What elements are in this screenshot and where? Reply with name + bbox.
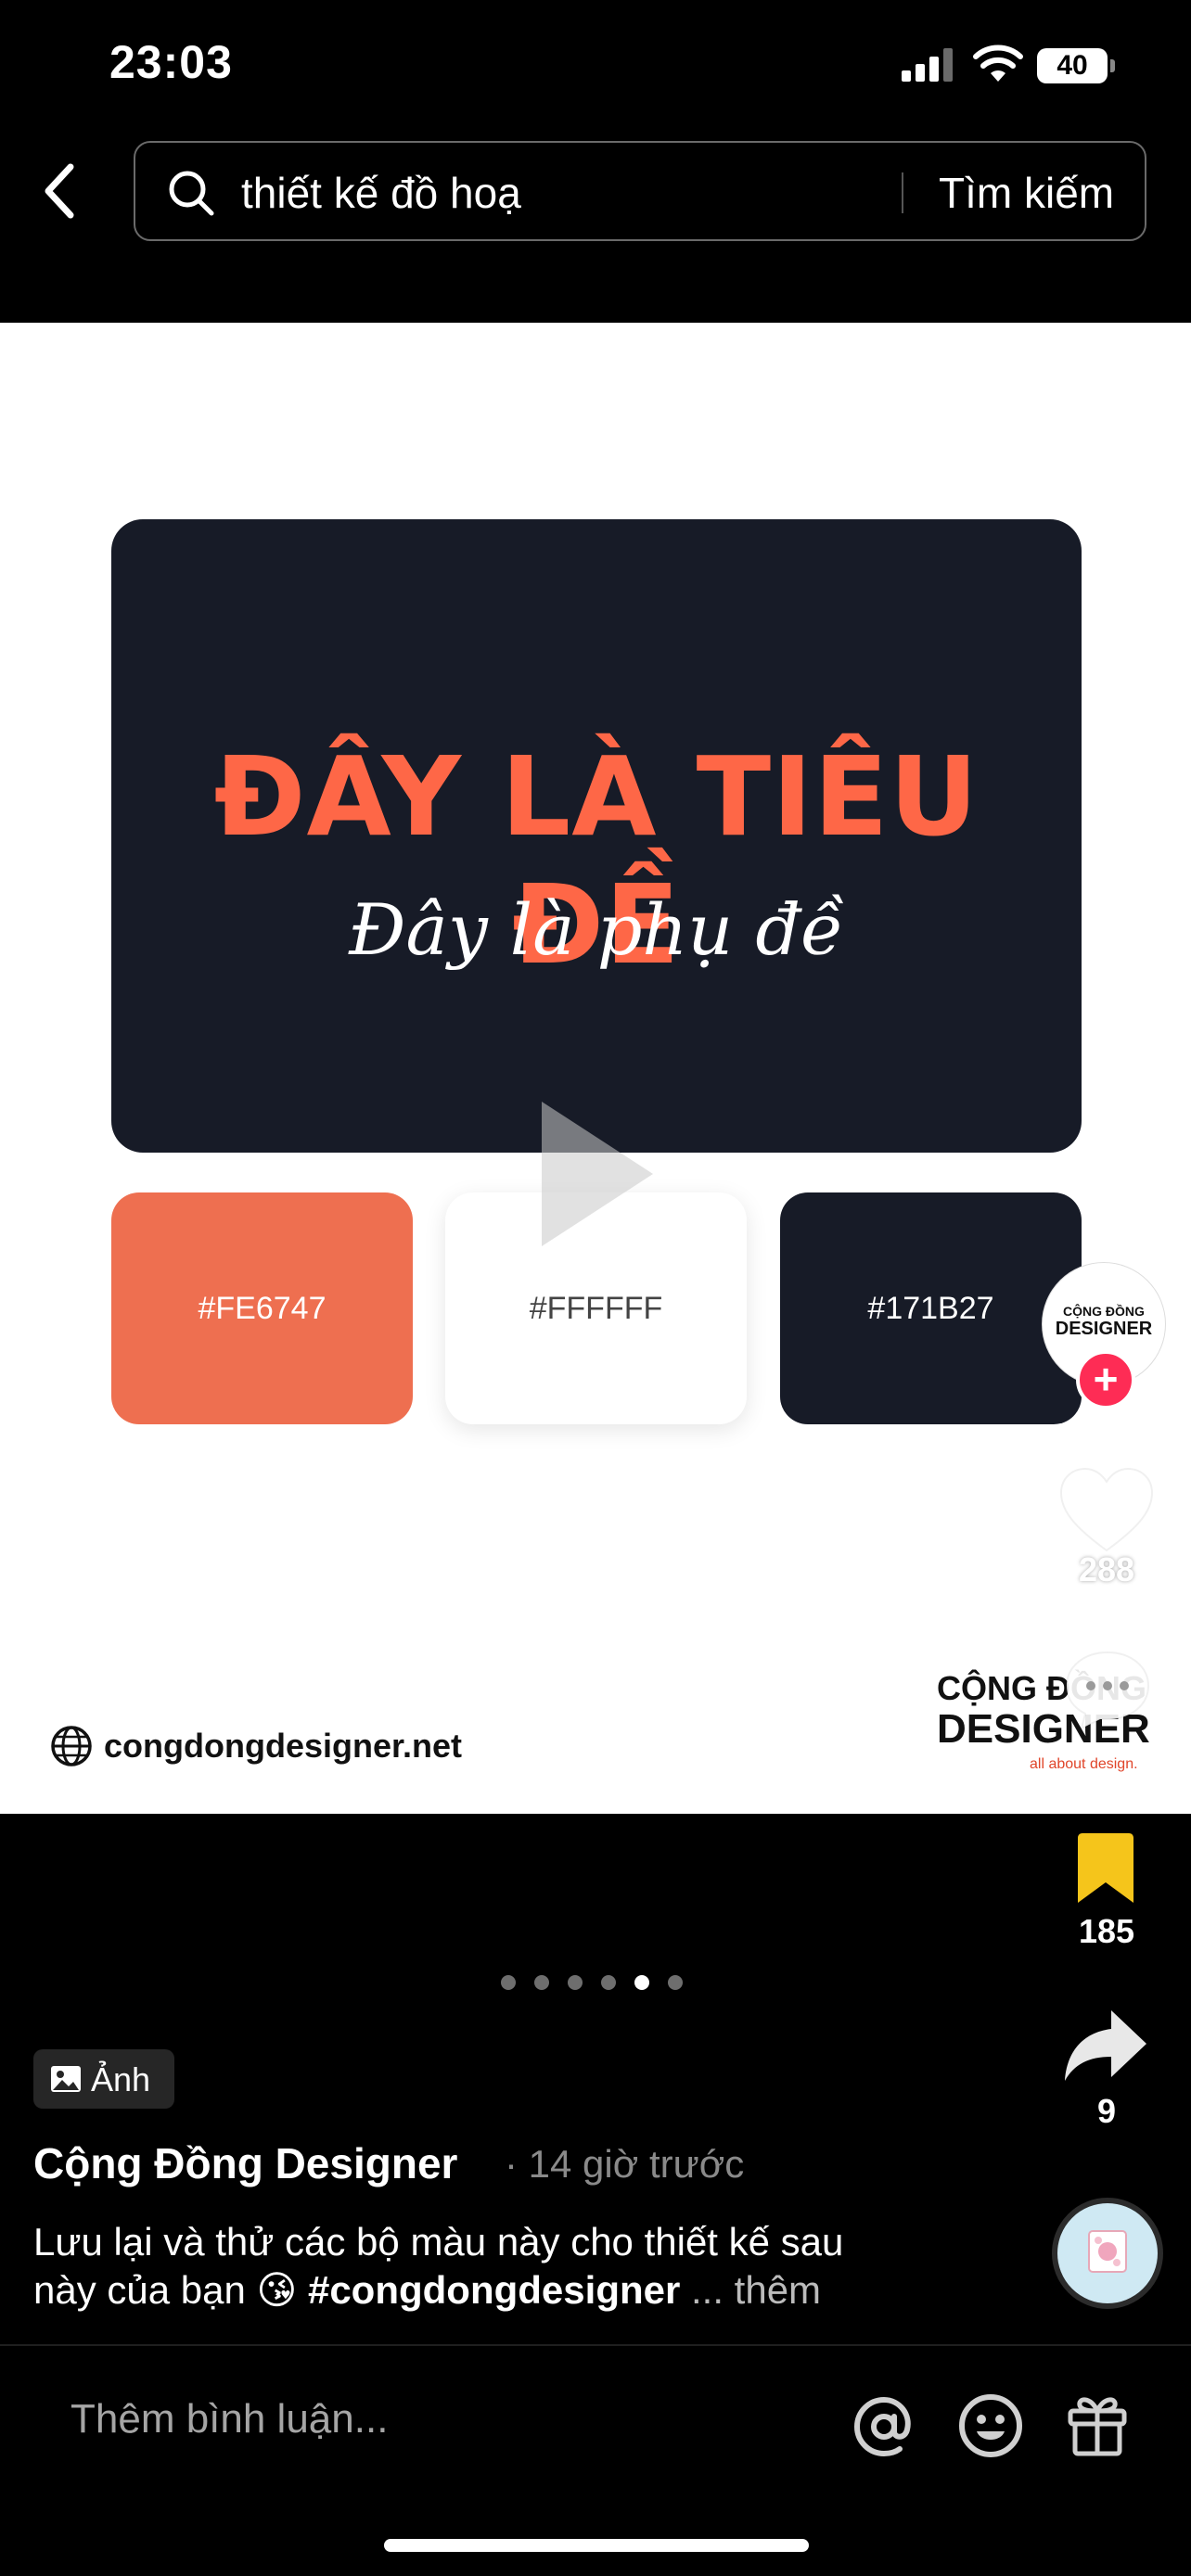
plus-icon: + [1093, 1355, 1119, 1403]
color-swatch-orange: #FE6747 [111, 1192, 413, 1424]
comment-icon[interactable] [1061, 1647, 1154, 1732]
battery-icon: 40 [1037, 48, 1115, 83]
pager-dot[interactable] [501, 1975, 516, 1990]
avatar-text-line2: DESIGNER [1055, 1319, 1153, 1339]
emoji-icon[interactable] [957, 2392, 1024, 2459]
follow-button[interactable]: + [1076, 1350, 1135, 1409]
photo-type-badge: Ảnh [33, 2049, 174, 2109]
caption-line1: Lưu lại và thử các bộ màu này cho thiết … [33, 2220, 844, 2264]
card-subtitle: Đây là phụ đề [349, 888, 844, 971]
wifi-icon [973, 45, 1023, 82]
search-divider [902, 172, 903, 213]
photo-label: Ảnh [91, 2060, 151, 2098]
color-swatch-dark: #171B27 [780, 1192, 1082, 1424]
play-icon[interactable] [531, 1094, 660, 1254]
caption-line2: này của bạn 😘 #congdongdesigner ... thêm [33, 2266, 1026, 2315]
home-indicator [384, 2539, 809, 2552]
pager-dot-active[interactable] [634, 1975, 649, 1990]
status-bar: 23:03 40 [0, 0, 1191, 130]
pager-dot[interactable] [601, 1975, 616, 1990]
like-count: 288 [1078, 1550, 1135, 1588]
title-card: ĐÂY LÀ TIÊU ĐỀ Đây là phụ đề [111, 519, 1082, 1153]
share-icon[interactable] [1063, 2007, 1148, 2085]
search-submit-button[interactable]: Tìm kiếm [939, 167, 1114, 219]
see-more-link[interactable]: ... thêm [680, 2268, 821, 2312]
signal-icon [902, 48, 953, 82]
post-image[interactable]: ĐÂY LÀ TIÊU ĐỀ Đây là phụ đề #FE6747 #FF… [0, 323, 1191, 1814]
brand-tagline: all about design. [1030, 1756, 1138, 1772]
hashtag-link[interactable]: #congdongdesigner [308, 2268, 680, 2312]
search-query[interactable]: thiết kế đồ hoạ [241, 167, 521, 219]
caption[interactable]: Lưu lại và thử các bộ màu này cho thiết … [33, 2218, 1026, 2315]
music-disc-art [1088, 2230, 1127, 2273]
music-disc-icon[interactable] [1052, 2198, 1163, 2309]
share-count: 9 [1096, 2092, 1117, 2130]
post-time: · 14 giờ trước [505, 2142, 745, 2186]
author-name[interactable]: Cộng Đồng Designer [33, 2138, 457, 2188]
pager-dot[interactable] [534, 1975, 549, 1990]
gift-icon[interactable] [1065, 2391, 1130, 2457]
bookmark-icon[interactable] [1074, 1830, 1137, 1906]
search-icon [169, 171, 214, 216]
pager-dot[interactable] [668, 1975, 683, 1990]
battery-level: 40 [1037, 48, 1108, 83]
mention-icon[interactable] [852, 2394, 916, 2459]
search-input[interactable]: thiết kế đồ hoạ Tìm kiếm [134, 141, 1146, 241]
back-icon[interactable] [33, 158, 89, 224]
avatar-text-line1: CỘNG ĐỒNG [1063, 1304, 1145, 1319]
comment-input[interactable]: Thêm bình luận... [70, 2396, 388, 2442]
bookmark-count: 185 [1078, 1912, 1135, 1950]
globe-icon [51, 1726, 92, 1766]
website-text: congdongdesigner.net [104, 1727, 463, 1765]
heart-icon[interactable] [1057, 1465, 1156, 1558]
comment-divider [0, 2344, 1191, 2346]
photo-icon [51, 2066, 81, 2092]
status-time: 23:03 [109, 36, 233, 88]
pager-dot[interactable] [568, 1975, 583, 1990]
caption-line2-text: này của bạn 😘 [33, 2268, 308, 2312]
